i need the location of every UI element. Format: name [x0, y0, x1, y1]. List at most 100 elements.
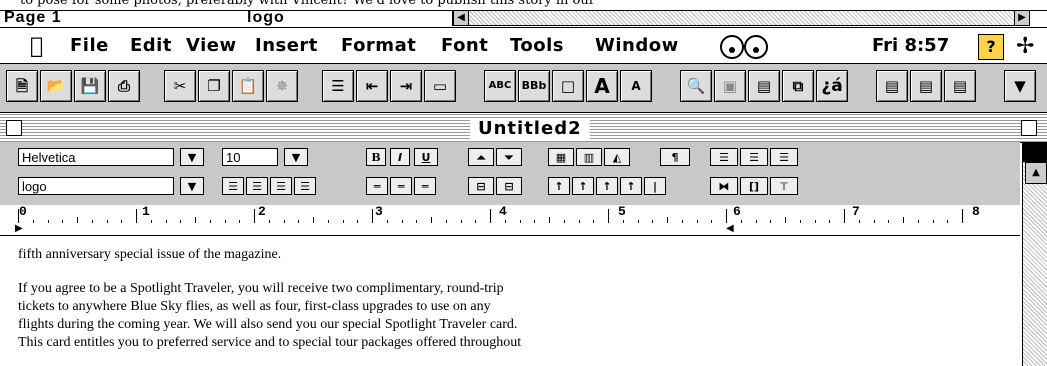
spanish-icon[interactable]: ¿á: [816, 70, 848, 102]
save-icon[interactable]: 💾: [74, 70, 106, 102]
insert-table-icon[interactable]: ▦: [548, 148, 574, 166]
insert-picture-icon[interactable]: ▣: [714, 70, 746, 102]
three-column-icon[interactable]: ☰: [770, 148, 798, 166]
cut-icon[interactable]: ✂: [164, 70, 196, 102]
menu-view[interactable]: View: [186, 35, 237, 56]
align-center-icon[interactable]: ☰: [246, 177, 268, 195]
decimal-tab-icon[interactable]: ↑: [620, 177, 642, 195]
grow-font-icon[interactable]: A: [586, 70, 618, 102]
background-horizontal-scrollbar[interactable]: ◀ ▶: [452, 10, 1030, 26]
indent-scale-icon[interactable]: ⧓: [710, 177, 738, 195]
table-scale-icon[interactable]: T: [770, 177, 798, 195]
menu-font[interactable]: Font: [441, 35, 488, 56]
document-title-bar[interactable]: Untitled2: [0, 114, 1047, 143]
margin-scale-icon[interactable]: []: [740, 177, 768, 195]
show-paragraph-marks-icon[interactable]: ¶: [660, 148, 690, 166]
style-dropdown-icon[interactable]: ▼: [180, 177, 204, 195]
style-name-label: logo: [247, 9, 285, 26]
align-left-icon[interactable]: ☰: [222, 177, 244, 195]
decrease-indent-icon[interactable]: ⇤: [356, 70, 388, 102]
dropdown-icon[interactable]: ▼: [1004, 70, 1036, 102]
shrink-font-icon[interactable]: A: [620, 70, 652, 102]
background-document-window[interactable]: to pose for some photos, preferably with…: [0, 0, 1047, 28]
superscript-icon[interactable]: ⏶: [468, 148, 494, 166]
menu-window[interactable]: Window: [595, 35, 679, 56]
ruler[interactable]: 0 1 2 3 4 5 6 7 8 ▶ ◀: [0, 204, 1020, 236]
application-switcher-icon[interactable]: ✢: [1016, 34, 1034, 59]
application-menu-icon[interactable]: [718, 34, 784, 64]
ruler-tick: [32, 220, 34, 223]
ruler-tick: [298, 220, 300, 223]
document-icon[interactable]: ▤: [748, 70, 780, 102]
menu-edit[interactable]: Edit: [130, 35, 172, 56]
page-view-2-icon[interactable]: ▤: [910, 70, 942, 102]
align-justify-icon[interactable]: ☰: [294, 177, 316, 195]
style-name-field[interactable]: logo: [18, 177, 174, 195]
center-tab-icon[interactable]: ↑: [572, 177, 594, 195]
spellcheck-icon[interactable]: ABC: [484, 70, 516, 102]
one-half-spacing-icon[interactable]: ═: [390, 177, 412, 195]
page-view-3-icon[interactable]: ▤: [944, 70, 976, 102]
bar-tab-icon[interactable]: |: [644, 177, 666, 195]
open-icon[interactable]: 📂: [40, 70, 72, 102]
menu-insert[interactable]: Insert: [255, 35, 318, 56]
vertical-scrollbar[interactable]: ▲: [1022, 142, 1047, 366]
close-box-icon[interactable]: [6, 120, 22, 136]
underline-button[interactable]: U: [414, 148, 438, 166]
new-doc-icon[interactable]: 🗎: [6, 70, 38, 102]
left-tab-icon[interactable]: ↑: [548, 177, 570, 195]
space-before-icon[interactable]: ⊟: [468, 177, 494, 195]
menu-clock[interactable]: Fri 8:57: [872, 35, 949, 56]
zoom-box-icon[interactable]: [1021, 120, 1037, 136]
ruler-tick: [504, 220, 506, 223]
font-name-field[interactable]: Helvetica: [18, 148, 174, 166]
align-right-icon[interactable]: ☰: [270, 177, 292, 195]
ruler-tick: [917, 220, 919, 223]
find-icon[interactable]: 🔍: [680, 70, 712, 102]
apple-menu-icon[interactable]: : [30, 34, 43, 59]
one-column-icon[interactable]: ☰: [710, 148, 738, 166]
italic-button[interactable]: I: [390, 148, 410, 166]
document-body[interactable]: fifth anniversary special issue of the m…: [0, 236, 1020, 366]
ruler-number-0: 0: [19, 204, 27, 219]
print-icon[interactable]: ⎙: [108, 70, 140, 102]
ruler-tick: [814, 220, 816, 223]
format-painter-icon[interactable]: ✵: [266, 70, 298, 102]
ruler-tick: [150, 220, 152, 223]
double-spacing-icon[interactable]: ═: [414, 177, 436, 195]
draw-shapes-icon[interactable]: ◭: [604, 148, 630, 166]
right-indent-marker-icon[interactable]: ◀: [726, 223, 734, 234]
bullets-icon[interactable]: ☰: [322, 70, 354, 102]
ruler-tick: [667, 217, 668, 223]
font-name-dropdown-icon[interactable]: ▼: [180, 148, 204, 166]
paste-icon[interactable]: 📋: [232, 70, 264, 102]
bold-button[interactable]: B: [366, 148, 386, 166]
ruler-tick: [445, 220, 447, 223]
frame-icon[interactable]: ▭: [424, 70, 456, 102]
copy-icon[interactable]: ❐: [198, 70, 230, 102]
subscript-icon[interactable]: ⏷: [496, 148, 522, 166]
help-balloon-icon[interactable]: ?: [978, 34, 1004, 60]
ruler-tick: [224, 220, 226, 223]
scroll-left-arrow-icon[interactable]: ◀: [453, 10, 469, 26]
font-size-dropdown-icon[interactable]: ▼: [284, 148, 308, 166]
bbb-icon[interactable]: BBb: [518, 70, 550, 102]
space-after-icon[interactable]: ⊟: [496, 177, 522, 195]
ruler-tick: [121, 220, 123, 223]
scroll-right-arrow-icon[interactable]: ▶: [1014, 10, 1030, 26]
font-size-field[interactable]: 10: [222, 148, 278, 166]
duplicate-icon[interactable]: ⧉: [782, 70, 814, 102]
right-tab-icon[interactable]: ↑: [596, 177, 618, 195]
page-view-1-icon[interactable]: ▤: [876, 70, 908, 102]
menu-tools[interactable]: Tools: [510, 35, 564, 56]
menu-file[interactable]: File: [70, 35, 109, 56]
scroll-up-arrow-icon[interactable]: ▲: [1025, 162, 1047, 184]
left-indent-marker-icon[interactable]: ▶: [15, 223, 23, 234]
insert-chart-icon[interactable]: ▥: [576, 148, 602, 166]
two-column-icon[interactable]: ☰: [740, 148, 768, 166]
single-spacing-icon[interactable]: ═: [366, 177, 388, 195]
ruler-tick: [888, 220, 890, 223]
border-icon[interactable]: □: [552, 70, 584, 102]
increase-indent-icon[interactable]: ⇥: [390, 70, 422, 102]
menu-format[interactable]: Format: [341, 35, 416, 56]
